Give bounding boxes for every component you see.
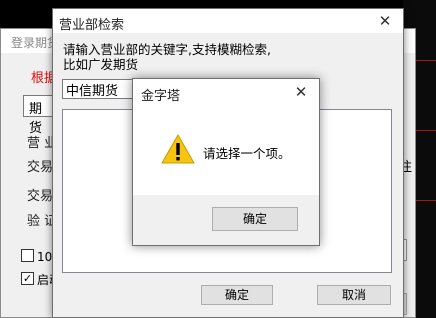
trade-password-label: 交易 <box>27 189 54 204</box>
alert-title: 金字塔 <box>141 89 181 104</box>
trade-account-label: 交易 <box>27 160 54 175</box>
search-cancel-button[interactable]: 取消 <box>317 285 391 305</box>
alert-body: 请选择一个项。 <box>133 105 319 195</box>
search-prompt: 请输入营业部的关键字,支持模糊检索, 比如广发期货 <box>63 42 283 72</box>
close-icon[interactable]: ✕ <box>287 79 315 105</box>
alert-titlebar: 金字塔 ✕ <box>133 79 319 105</box>
alert-dialog: 金字塔 ✕ 请选择一个项。 确定 <box>132 78 320 246</box>
search-prompt-line1: 请输入营业部的关键字,支持模糊检索, <box>63 42 271 57</box>
search-ok-button[interactable]: 确定 <box>201 285 273 305</box>
alert-ok-button[interactable]: 确定 <box>212 207 298 231</box>
search-dialog-title: 营业部检索 <box>59 18 125 33</box>
alert-message: 请选择一个项。 <box>203 146 291 161</box>
close-icon[interactable]: ✕ <box>371 9 399 33</box>
search-prompt-line2: 比如广发期货 <box>63 57 139 72</box>
broker-type-select[interactable]: 期货 <box>23 95 55 136</box>
warning-icon <box>161 133 195 164</box>
remember-checkbox[interactable] <box>21 249 34 262</box>
search-dialog-titlebar: 营业部检索 ✕ <box>53 9 403 33</box>
autostart-checkbox[interactable]: ✓ <box>21 272 34 285</box>
